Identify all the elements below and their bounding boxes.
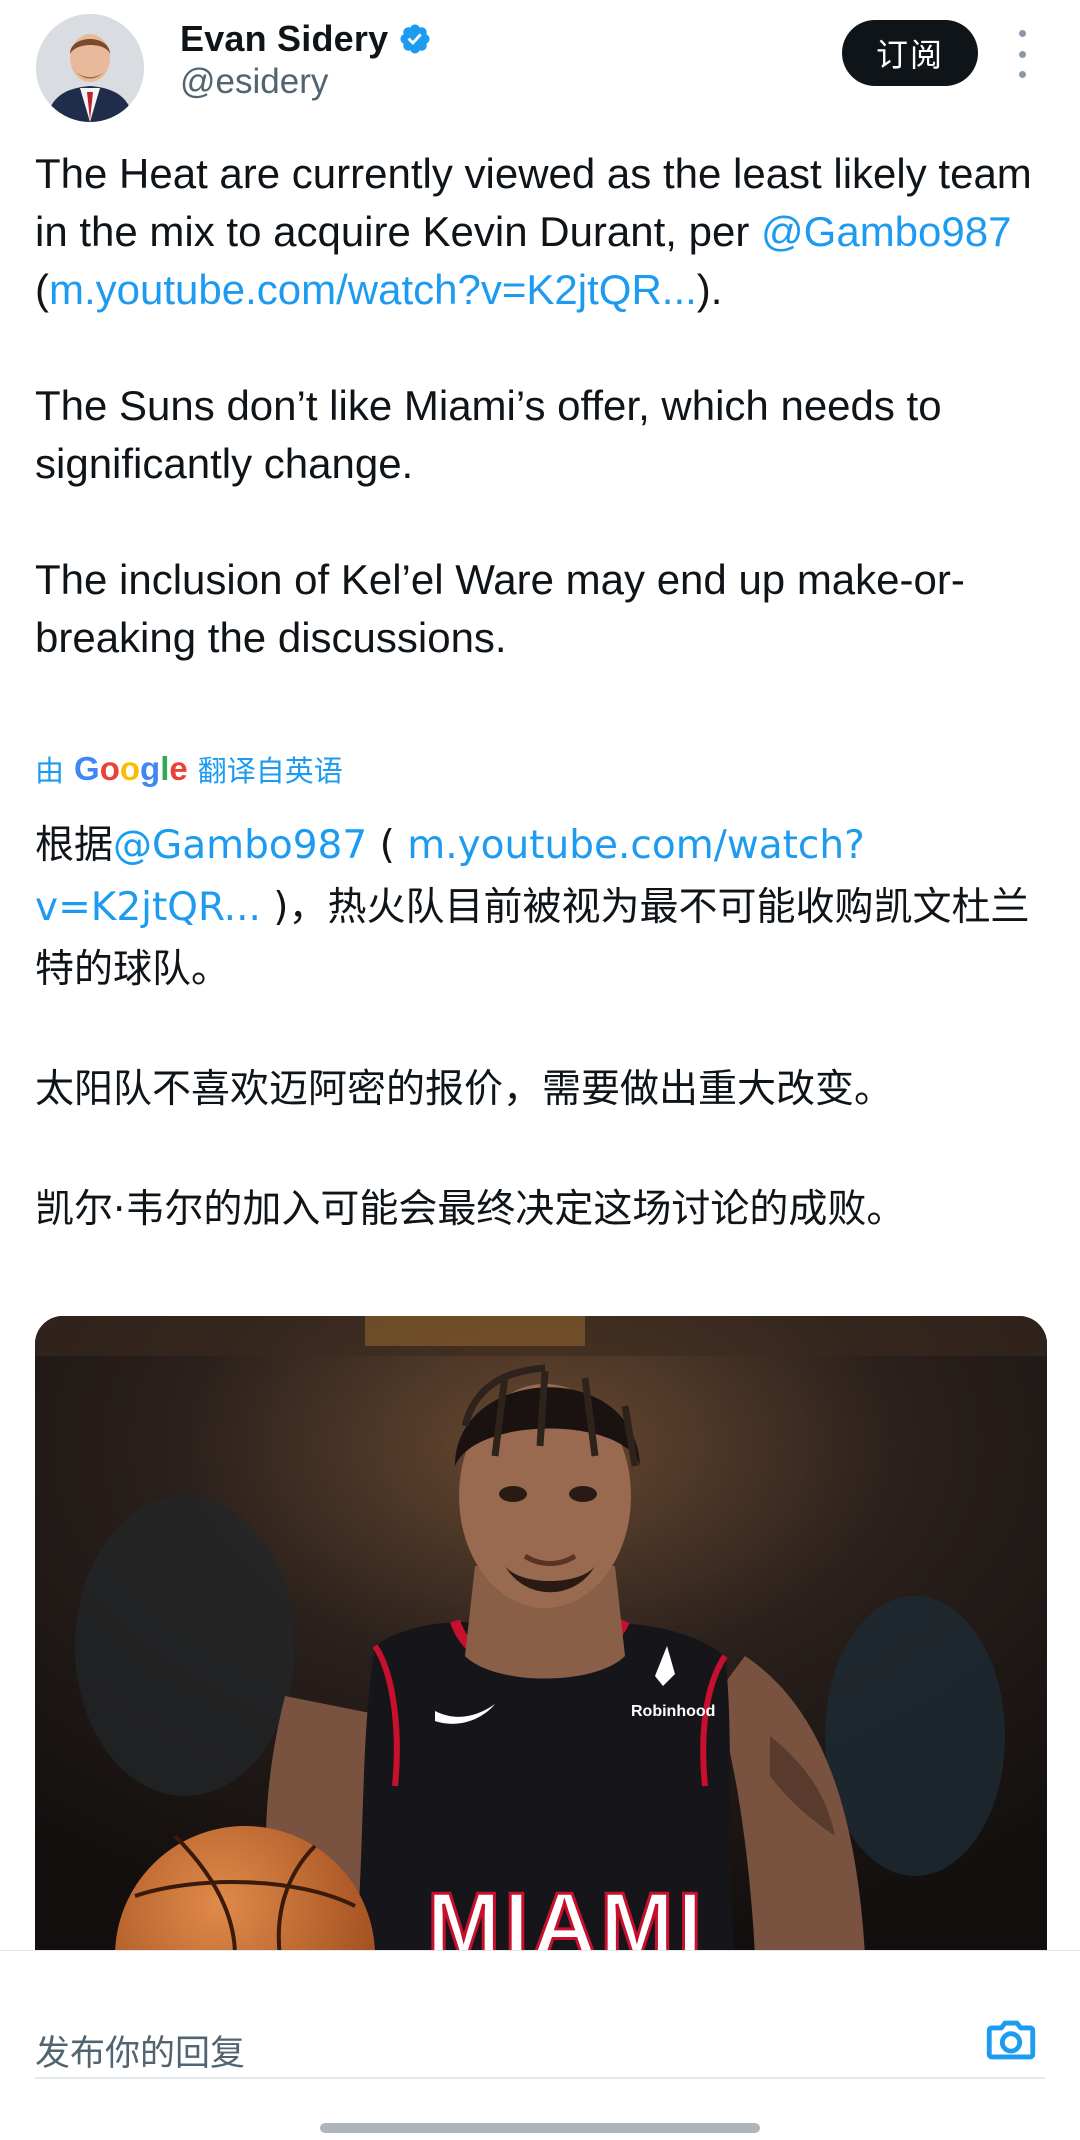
reply-input[interactable]: 发布你的回复 [35,2025,245,2076]
tweet-text: ( [35,266,49,313]
verified-badge-icon [400,24,430,54]
reply-bar: 发布你的回复 [0,1950,1080,2140]
tweet-paragraph-2: The Suns don’t like Miami’s offer, which… [35,382,942,487]
reply-divider [35,2077,1045,2079]
tweet-paragraph-3: The inclusion of Kel’el Ware may end up … [35,556,965,661]
camera-icon[interactable] [982,2011,1040,2069]
mention-link[interactable]: @Gambo987 [761,208,1011,255]
translated-text: 根据 [35,823,114,868]
translated-paragraph-2: 太阳队不喜欢迈阿密的报价，需要做出重大改变。 [35,1067,894,1112]
avatar[interactable] [36,14,144,122]
jersey-text: MIAMI [427,1874,706,1956]
translated-paragraph-3: 凯尔·韦尔的加入可能会最终决定这场讨论的成败。 [35,1187,906,1232]
jersey-sponsor: Robinhood [631,1703,715,1720]
user-handle[interactable]: @esidery [180,62,328,102]
translated-paragraph-1: 根据@Gambo987 ( m.youtube.com/watch?v=K2jt… [35,815,1045,1001]
translated-by-google[interactable]: 由 Google 翻译自英语 [35,748,343,790]
tweet-paragraph-1: The Heat are currently viewed as the lea… [35,145,1045,319]
google-logo: Google [74,750,188,787]
translated-by-prefix: 由 [35,754,65,788]
translated-text: ( [367,823,408,868]
tweet-text: ). [696,266,723,313]
tweet-header: Evan Sidery @esidery 订阅 [0,0,1080,140]
name-row: Evan Sidery [180,18,432,60]
tweet-body: The Heat are currently viewed as the lea… [35,145,1045,667]
display-name[interactable]: Evan Sidery [180,18,388,60]
subscribe-button[interactable]: 订阅 [842,20,978,86]
tweet-image[interactable]: Robinhood MIAMI [35,1316,1047,1956]
mention-link[interactable]: @Gambo987 [113,823,367,868]
translated-tweet-body: 根据@Gambo987 ( m.youtube.com/watch?v=K2jt… [35,815,1045,1241]
home-indicator[interactable] [320,2123,760,2133]
translated-by-suffix: 翻译自英语 [197,754,343,788]
more-vertical-icon[interactable] [1006,30,1038,78]
url-link[interactable]: m.youtube.com/watch?v=K2jtQR... [49,266,697,313]
player-photo: Robinhood MIAMI [35,1316,1047,1956]
